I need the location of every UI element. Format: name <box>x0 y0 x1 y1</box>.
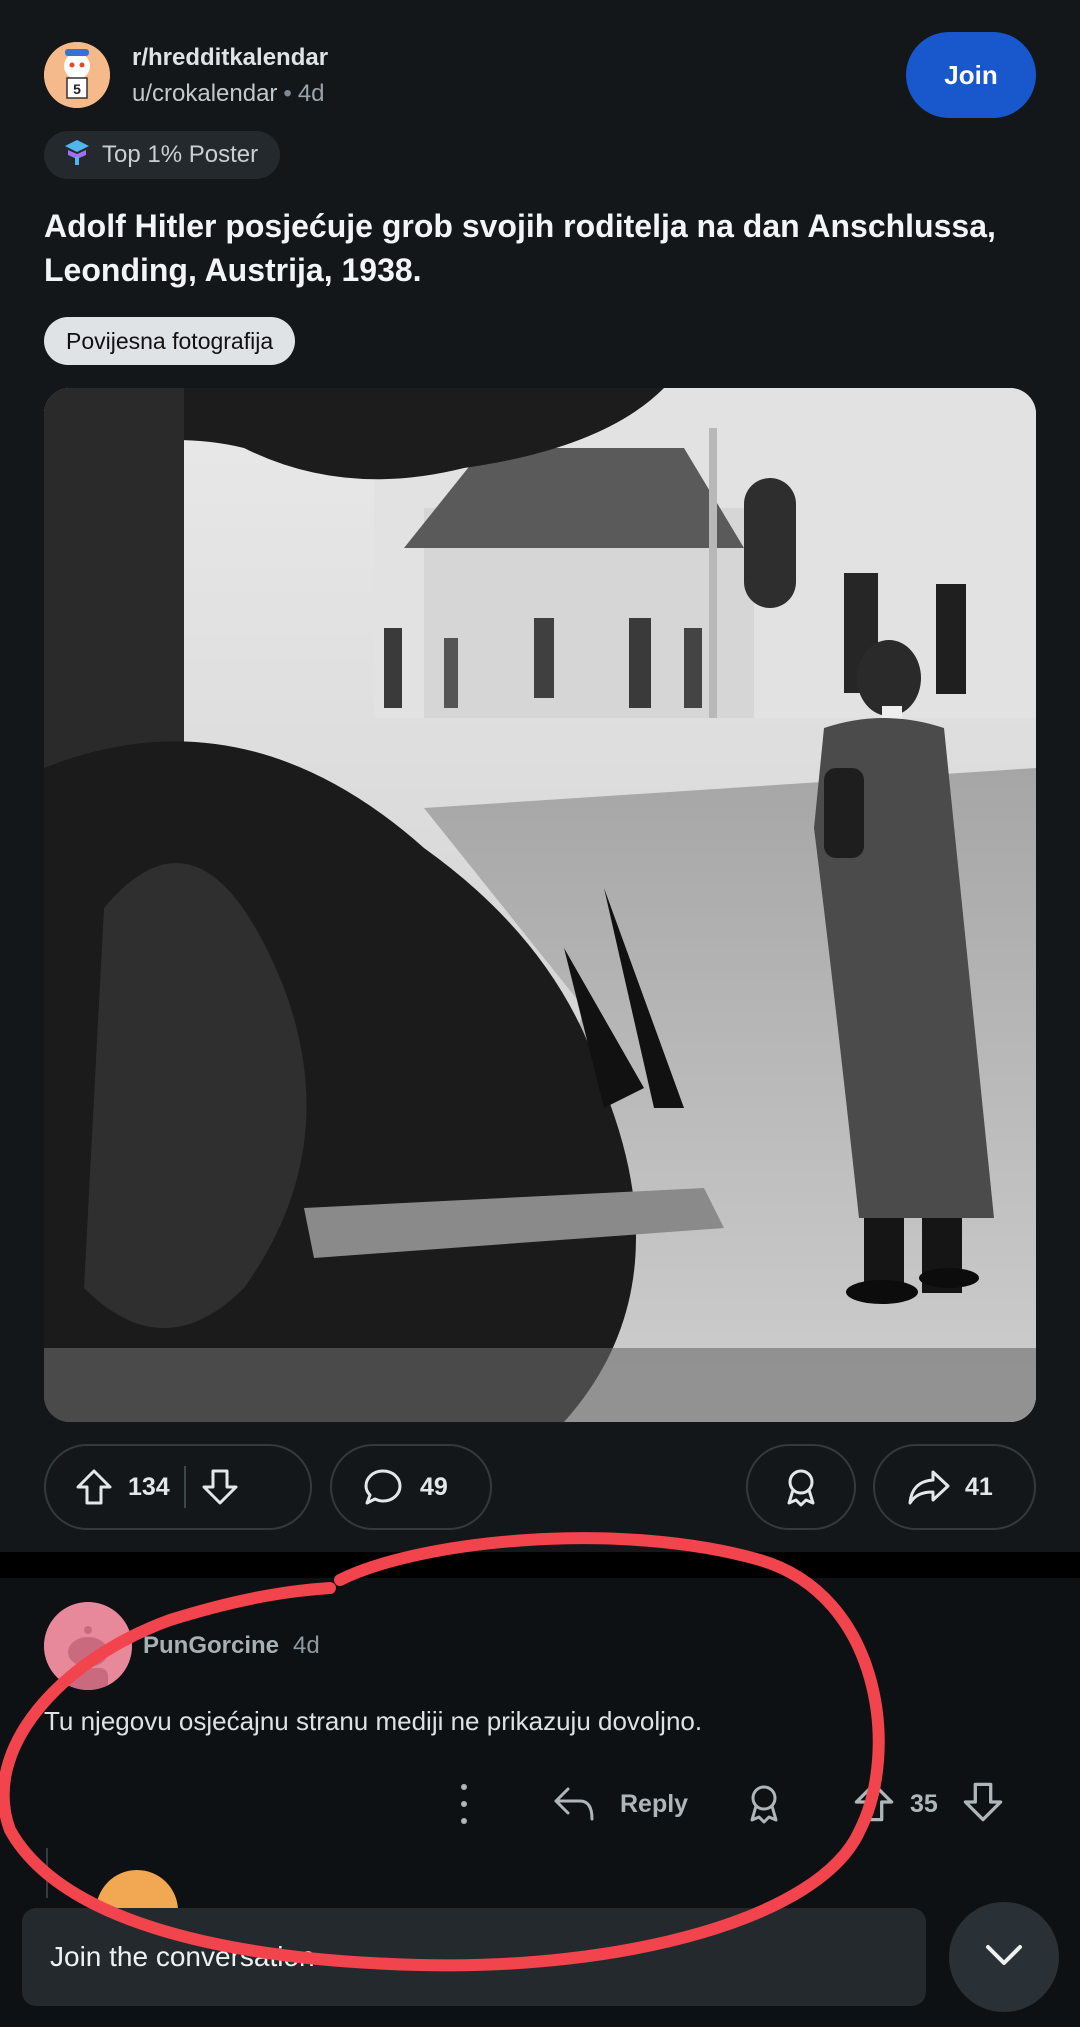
author-name[interactable]: u/crokalendar <box>132 80 277 107</box>
reply-icon[interactable] <box>552 1783 596 1830</box>
comment-count: 49 <box>420 1472 448 1501</box>
comment-score: 35 <box>910 1790 938 1818</box>
comment-upvote-icon[interactable] <box>852 1780 896 1829</box>
comment-icon <box>362 1466 404 1508</box>
more-options-icon[interactable] <box>448 1784 480 1824</box>
scroll-down-button[interactable] <box>949 1902 1059 2012</box>
composer-placeholder: Join the conversation <box>50 1941 315 1972</box>
top-poster-icon <box>62 137 92 174</box>
comment-award-icon[interactable] <box>743 1781 785 1832</box>
award-icon <box>780 1466 822 1508</box>
separator-dot: • <box>283 80 292 107</box>
user-flair: Top 1% Poster <box>44 131 281 179</box>
avatar-badge: 5 <box>73 81 81 97</box>
upvote-icon[interactable] <box>74 1467 114 1507</box>
post-image[interactable] <box>44 388 1036 1422</box>
comment-age: 4d <box>293 1632 320 1659</box>
post-flair-tag[interactable]: Povijesna fotografija <box>44 317 296 365</box>
share-button[interactable]: 41 <box>873 1444 1036 1530</box>
share-icon <box>907 1467 951 1507</box>
vote-separator <box>183 1466 186 1508</box>
join-button[interactable]: Join <box>906 32 1036 118</box>
subreddit-name[interactable]: r/hredditkalendar <box>132 44 328 72</box>
thread-line <box>46 1848 48 1898</box>
comment-downvote-icon[interactable] <box>961 1780 1005 1829</box>
commenter-avatar[interactable] <box>44 1602 132 1690</box>
downvote-icon[interactable] <box>200 1467 240 1507</box>
comments-button[interactable]: 49 <box>330 1444 492 1530</box>
comment-username[interactable]: PunGorcine <box>143 1632 279 1660</box>
reply-button[interactable]: Reply <box>620 1790 688 1819</box>
section-divider <box>0 1552 1080 1578</box>
share-count: 41 <box>965 1472 993 1501</box>
author-line: u/crokalendar • 4d <box>132 80 325 108</box>
chevron-down-icon <box>984 1943 1024 1972</box>
join-conversation-input[interactable]: Join the conversation <box>22 1908 926 2006</box>
subreddit-avatar[interactable]: 5 <box>44 42 110 108</box>
vote-pill: 134 <box>44 1444 312 1530</box>
post-age: 4d <box>297 80 325 107</box>
award-button[interactable] <box>746 1444 856 1530</box>
upvote-count: 134 <box>128 1472 170 1501</box>
flair-label: Top 1% Poster <box>102 141 259 168</box>
post-title[interactable]: Adolf Hitler posjećuje grob svojih rodit… <box>44 204 1044 292</box>
comment-body: Tu njegovu osjećajnu stranu mediji ne pr… <box>44 1706 703 1736</box>
